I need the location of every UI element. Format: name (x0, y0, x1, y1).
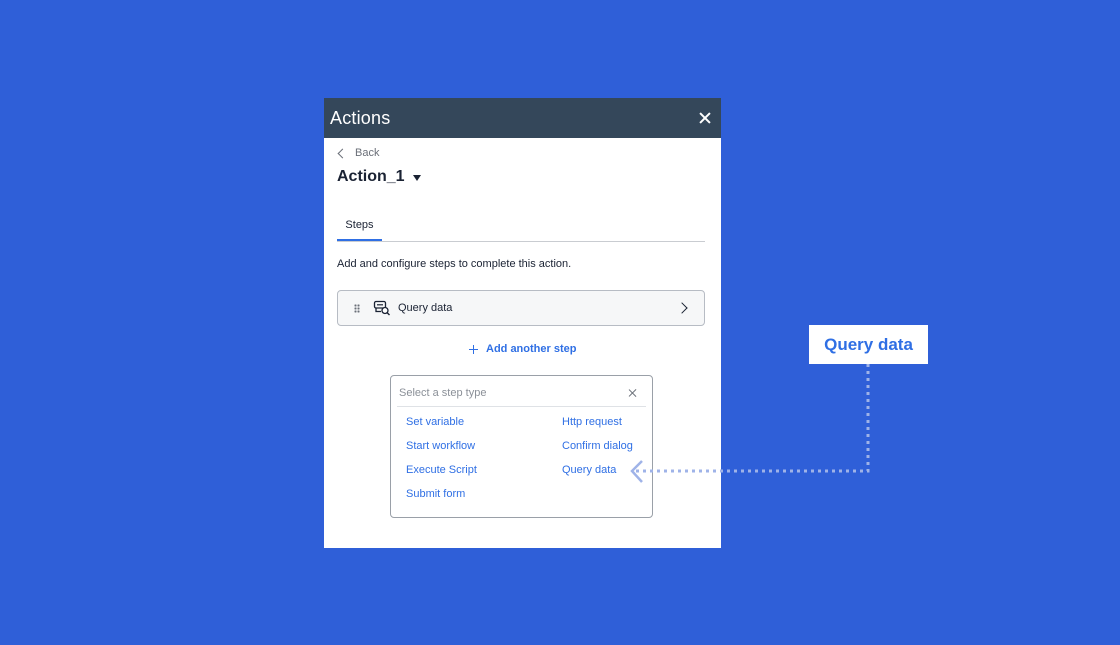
callout-label-box: Query data (809, 325, 928, 364)
connector-line (634, 364, 870, 473)
callout-label: Query data (824, 334, 913, 354)
callout-connector (630, 364, 870, 483)
